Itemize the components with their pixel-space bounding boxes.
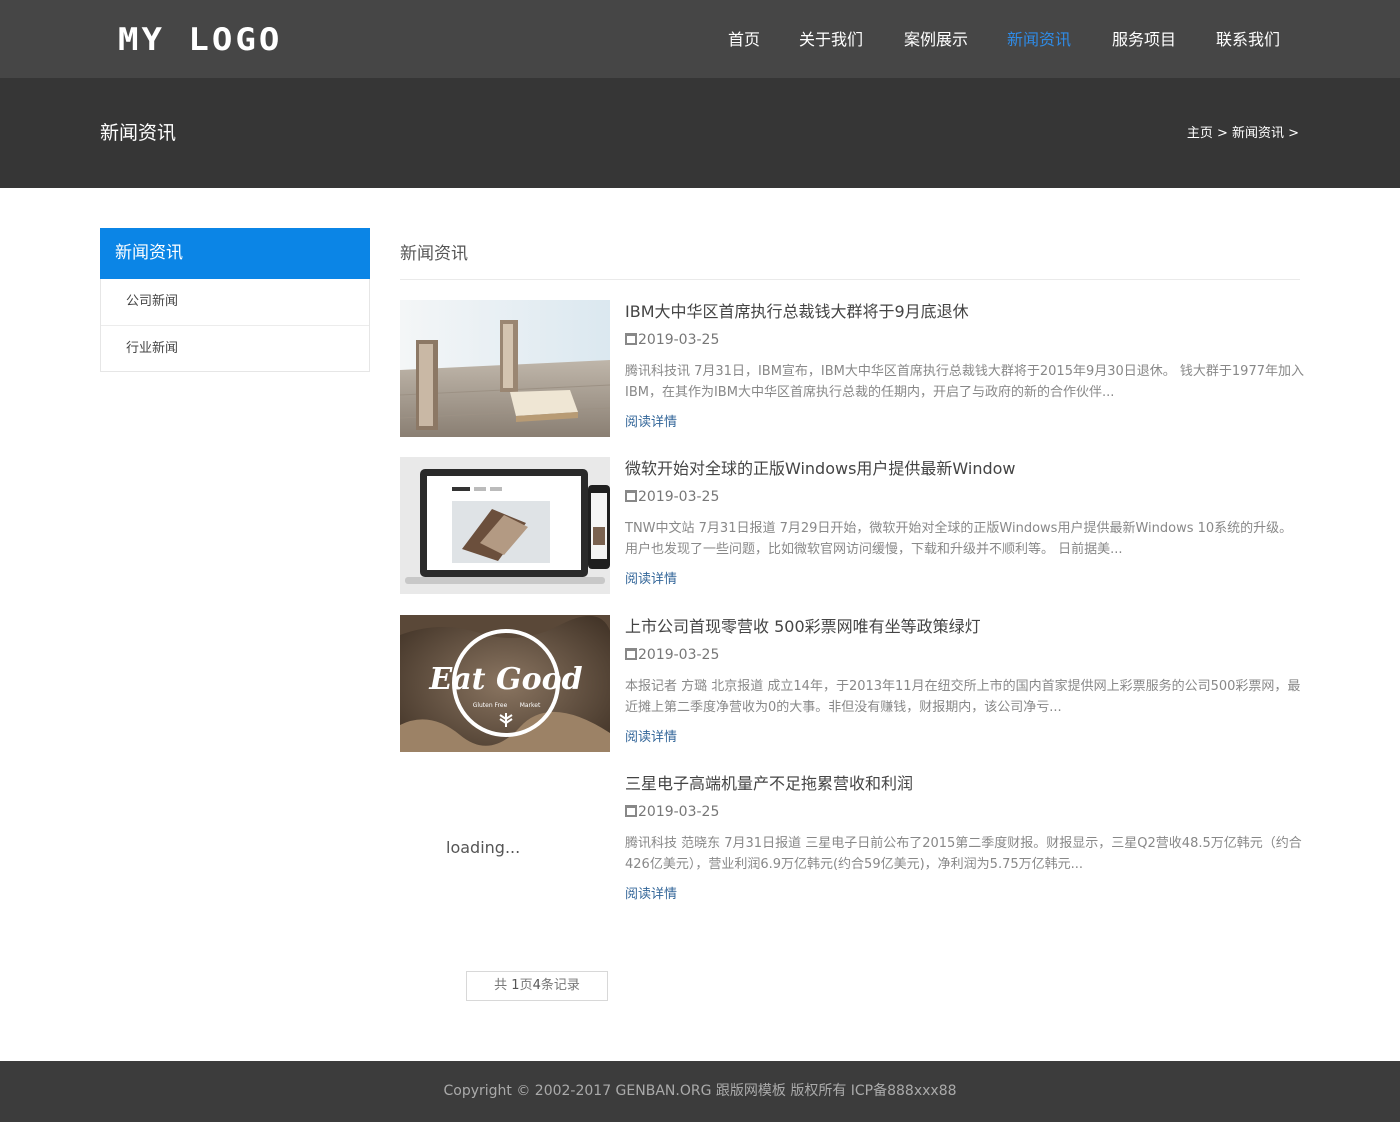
breadcrumb[interactable]: 主页 > 新闻资讯 > xyxy=(1187,124,1299,144)
pager-mid: 页 xyxy=(519,978,533,993)
news-title[interactable]: 微软开始对全球的正版Windows用户提供最新Window xyxy=(625,457,1016,481)
news-item: IBM大中华区首席执行总裁钱大群将于9月底退休 2019-03-25 腾讯科技讯… xyxy=(400,300,1304,437)
read-more-link[interactable]: 阅读详情 xyxy=(625,570,677,590)
news-thumbnail[interactable] xyxy=(400,300,610,437)
news-date-text: 2019-03-25 xyxy=(638,647,720,663)
nav-news[interactable]: 新闻资讯 xyxy=(1007,28,1071,52)
news-date: 2019-03-25 xyxy=(625,487,719,507)
sidebar-list: 公司新闻 行业新闻 xyxy=(100,279,370,372)
sidebar-title: 新闻资讯 xyxy=(100,228,370,279)
gluten-free-text: Gluten Free xyxy=(473,702,508,709)
news-date-text: 2019-03-25 xyxy=(638,332,720,348)
sidebar-item-industry-news[interactable]: 行业新闻 xyxy=(101,325,369,371)
main-content: 新闻资讯 IBM大中华区首席执行总裁钱大群将于9月底退休 2019-03-25 … xyxy=(400,228,1304,902)
pagination-info: 共 1页4条记录 xyxy=(466,971,608,1001)
market-text: Market xyxy=(520,702,541,709)
laptop-phone-image xyxy=(400,457,610,594)
news-date: 2019-03-25 xyxy=(625,802,719,822)
calendar-icon xyxy=(625,333,637,345)
news-summary: TNW中文站 7月31日报道 7月29日开始，微软开始对全球的正版Windows… xyxy=(625,521,1293,557)
sidebar: 新闻资讯 公司新闻 行业新闻 xyxy=(100,228,370,372)
news-title[interactable]: 三星电子高端机量产不足拖累营收和利润 xyxy=(625,772,913,796)
pager-pages: 1 xyxy=(511,978,520,993)
news-thumbnail[interactable] xyxy=(400,457,610,594)
site-footer: Copyright © 2002-2017 GENBAN.ORG 跟版网模板 版… xyxy=(0,1061,1400,1122)
loading-text: loading... xyxy=(446,838,521,857)
pager-prefix: 共 xyxy=(494,978,508,993)
news-item: 微软开始对全球的正版Windows用户提供最新Window 2019-03-25… xyxy=(400,457,1300,594)
calendar-icon xyxy=(625,805,637,817)
news-thumbnail[interactable]: loading... xyxy=(400,772,610,909)
page-title: 新闻资讯 xyxy=(100,122,177,144)
news-item: Eat Good Gluten Free Market 上市公司首现零营收 50… xyxy=(400,615,1300,752)
section-title: 新闻资讯 xyxy=(400,228,1300,280)
news-title[interactable]: IBM大中华区首席执行总裁钱大群将于9月底退休 xyxy=(625,300,969,324)
read-more-link[interactable]: 阅读详情 xyxy=(625,728,677,748)
nav-about[interactable]: 关于我们 xyxy=(799,28,863,52)
copyright-text: Copyright © 2002-2017 GENBAN.ORG 跟版网模板 版… xyxy=(443,1083,957,1099)
news-date-text: 2019-03-25 xyxy=(638,804,720,820)
calendar-icon xyxy=(625,490,637,502)
read-more-link[interactable]: 阅读详情 xyxy=(625,413,677,433)
news-summary: 本报记者 方璐 北京报道 成立14年，于2013年11月在纽交所上市的国内首家提… xyxy=(625,679,1301,715)
news-date-text: 2019-03-25 xyxy=(638,489,720,505)
news-title[interactable]: 上市公司首现零营收 500彩票网唯有坐等政策绿灯 xyxy=(625,615,981,639)
nav-contact[interactable]: 联系我们 xyxy=(1216,28,1280,52)
main-nav: 首页 关于我们 案例展示 新闻资讯 服务项目 联系我们 xyxy=(0,28,1400,52)
news-date: 2019-03-25 xyxy=(625,330,719,350)
page-banner: 新闻资讯 主页 > 新闻资讯 > xyxy=(0,78,1400,188)
calendar-icon xyxy=(625,648,637,660)
nav-services[interactable]: 服务项目 xyxy=(1112,28,1176,52)
books-desk-image xyxy=(400,300,610,437)
read-more-link[interactable]: 阅读详情 xyxy=(625,885,677,905)
eat-good-logo-text: Eat Good xyxy=(428,662,582,697)
news-item: loading... 三星电子高端机量产不足拖累营收和利润 2019-03-25… xyxy=(400,772,1302,909)
nav-cases[interactable]: 案例展示 xyxy=(904,28,968,52)
eat-good-image: Eat Good Gluten Free Market xyxy=(400,615,610,752)
news-summary: 腾讯科技讯 7月31日，IBM宣布，IBM大中华区首席执行总裁钱大群将于2015… xyxy=(625,364,1304,400)
news-summary: 腾讯科技 范晓东 7月31日报道 三星电子日前公布了2015第二季度财报。财报显… xyxy=(625,836,1302,872)
pager-suffix: 条记录 xyxy=(540,978,580,993)
sidebar-item-company-news[interactable]: 公司新闻 xyxy=(101,279,369,325)
news-date: 2019-03-25 xyxy=(625,645,719,665)
news-thumbnail[interactable]: Eat Good Gluten Free Market xyxy=(400,615,610,752)
nav-home[interactable]: 首页 xyxy=(728,28,760,52)
pager-records: 4 xyxy=(532,978,541,993)
top-header: MY LOGO 首页 关于我们 案例展示 新闻资讯 服务项目 联系我们 xyxy=(0,0,1400,78)
